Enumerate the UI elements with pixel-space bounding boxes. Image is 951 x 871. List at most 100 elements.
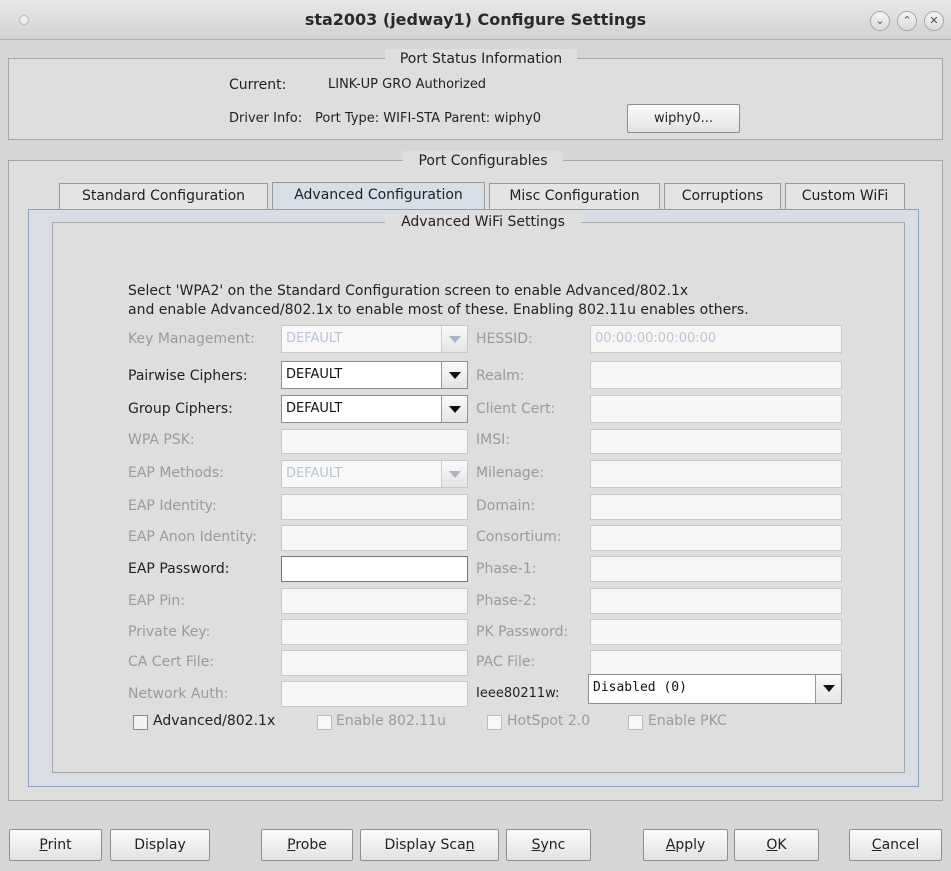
enable-80211u-checkbox[interactable] [317,715,332,730]
chevron-down-icon [441,326,467,352]
key-management-select[interactable]: DEFAULT [281,325,468,353]
apply-button[interactable]: Apply [643,829,728,861]
ok-mnemonic: O [766,837,778,853]
consortium-label: Consortium: [476,529,562,545]
pairwise-ciphers-value: DEFAULT [286,367,343,382]
ieee80211w-select[interactable]: Disabled (0) [588,674,842,704]
key-management-value: DEFAULT [286,331,343,346]
print-mnemonic: P [39,837,48,853]
cancel-button[interactable]: Cancel [849,829,942,861]
eap-anon-identity-input[interactable] [281,525,468,551]
chevron-down-icon [815,675,841,703]
advanced-8021x-checkbox[interactable] [133,715,148,730]
minimize-icon[interactable]: ⌄ [870,11,890,31]
private-key-input[interactable] [281,619,468,645]
eap-methods-value: DEFAULT [286,466,343,481]
eap-identity-label: EAP Identity: [128,498,217,514]
port-status-legend: Port Status Information [385,49,577,69]
eap-identity-input[interactable] [281,494,468,520]
enable-pkc-label: Enable PKC [648,713,727,729]
phase-1-input[interactable] [590,556,842,582]
ok-label: K [777,837,787,853]
phase-2-input[interactable] [590,588,842,614]
pairwise-ciphers-label: Pairwise Ciphers: [128,368,248,384]
wpa-psk-label: WPA PSK: [128,432,195,448]
eap-password-label: EAP Password: [128,561,230,577]
driver-info-value: Port Type: WIFI-STA Parent: wiphy0 [315,111,542,126]
eap-password-input[interactable] [281,556,468,582]
current-label: Current: [229,77,287,93]
eap-pin-input[interactable] [281,588,468,614]
advanced-8021x-label: Advanced/802.1x [153,713,276,729]
current-value: LINK-UP GRO Authorized [328,77,487,92]
consortium-input[interactable] [590,525,842,551]
pairwise-ciphers-select[interactable]: DEFAULT [281,361,468,389]
realm-input[interactable] [590,361,842,389]
ca-cert-file-label: CA Cert File: [128,654,215,670]
enable-pkc-checkbox[interactable] [628,715,643,730]
network-auth-input[interactable] [281,681,468,707]
sync-button[interactable]: Sync [506,829,591,861]
sync-label: ync [540,837,566,853]
imsi-label: IMSI: [476,432,510,448]
domain-label: Domain: [476,498,536,514]
domain-input[interactable] [590,494,842,520]
imsi-input[interactable] [590,429,842,454]
key-management-label: Key Management: [128,331,255,347]
probe-button[interactable]: Probe [261,829,353,861]
private-key-label: Private Key: [128,624,211,640]
realm-label: Realm: [476,368,525,384]
display-scan-button[interactable]: Display Scan [360,829,499,861]
group-ciphers-select[interactable]: DEFAULT [281,395,468,423]
pac-file-label: PAC File: [476,654,536,670]
port-configurables-legend: Port Configurables [403,151,563,171]
ca-cert-file-input[interactable] [281,650,468,676]
hotspot-20-label: HotSpot 2.0 [507,713,591,729]
driver-info-label: Driver Info: [229,111,303,126]
wiphy-button[interactable]: wiphy0... [627,104,740,133]
probe-label: robe [295,837,327,853]
network-auth-label: Network Auth: [128,686,229,702]
cancel-label: ancel [881,837,920,853]
milenage-input[interactable] [590,460,842,488]
display-scan-mnemonic: n [465,837,475,853]
milenage-label: Milenage: [476,465,545,481]
wpa-psk-input[interactable] [281,429,468,454]
ieee80211w-value: Disabled (0) [593,680,687,695]
client-cert-label: Client Cert: [476,401,556,417]
chevron-down-icon [441,396,467,422]
display-button[interactable]: Display [110,829,210,861]
help-text-line-1: Select 'WPA2' on the Standard Configurat… [128,283,689,299]
pk-password-input[interactable] [590,619,842,645]
eap-methods-select[interactable]: DEFAULT [281,460,468,488]
pac-file-input[interactable] [590,650,842,676]
ieee80211w-label: Ieee80211w: [476,686,560,701]
hessid-label: HESSID: [476,331,533,347]
advanced-wifi-settings-legend: Advanced WiFi Settings [385,212,581,232]
hessid-input[interactable]: 00:00:00:00:00:00 [590,325,842,353]
port-status-group [8,58,943,140]
ok-button[interactable]: OK [734,829,819,861]
tab-misc-configuration[interactable]: Misc Configuration [489,183,660,209]
tab-standard-configuration[interactable]: Standard Configuration [59,183,268,209]
phase-1-label: Phase-1: [476,561,537,577]
maximize-icon[interactable]: ⌃ [897,11,917,31]
print-button[interactable]: Print [9,829,102,861]
phase-2-label: Phase-2: [476,593,537,609]
tab-corruptions[interactable]: Corruptions [664,183,781,209]
group-ciphers-value: DEFAULT [286,401,343,416]
eap-anon-identity-label: EAP Anon Identity: [128,529,258,545]
display-scan-label: Display Sca [384,837,466,853]
group-ciphers-label: Group Ciphers: [128,401,233,417]
client-cert-input[interactable] [590,395,842,423]
tab-custom-wifi[interactable]: Custom WiFi [785,183,905,209]
hotspot-20-checkbox[interactable] [487,715,502,730]
tab-advanced-configuration[interactable]: Advanced Configuration [272,182,485,210]
sync-mnemonic: S [531,837,541,853]
pk-password-label: PK Password: [476,624,569,640]
chevron-down-icon [441,461,467,487]
enable-80211u-label: Enable 802.11u [336,713,446,729]
close-icon[interactable]: ✕ [924,11,944,31]
chevron-down-icon [441,362,467,388]
print-label: rint [47,837,72,853]
